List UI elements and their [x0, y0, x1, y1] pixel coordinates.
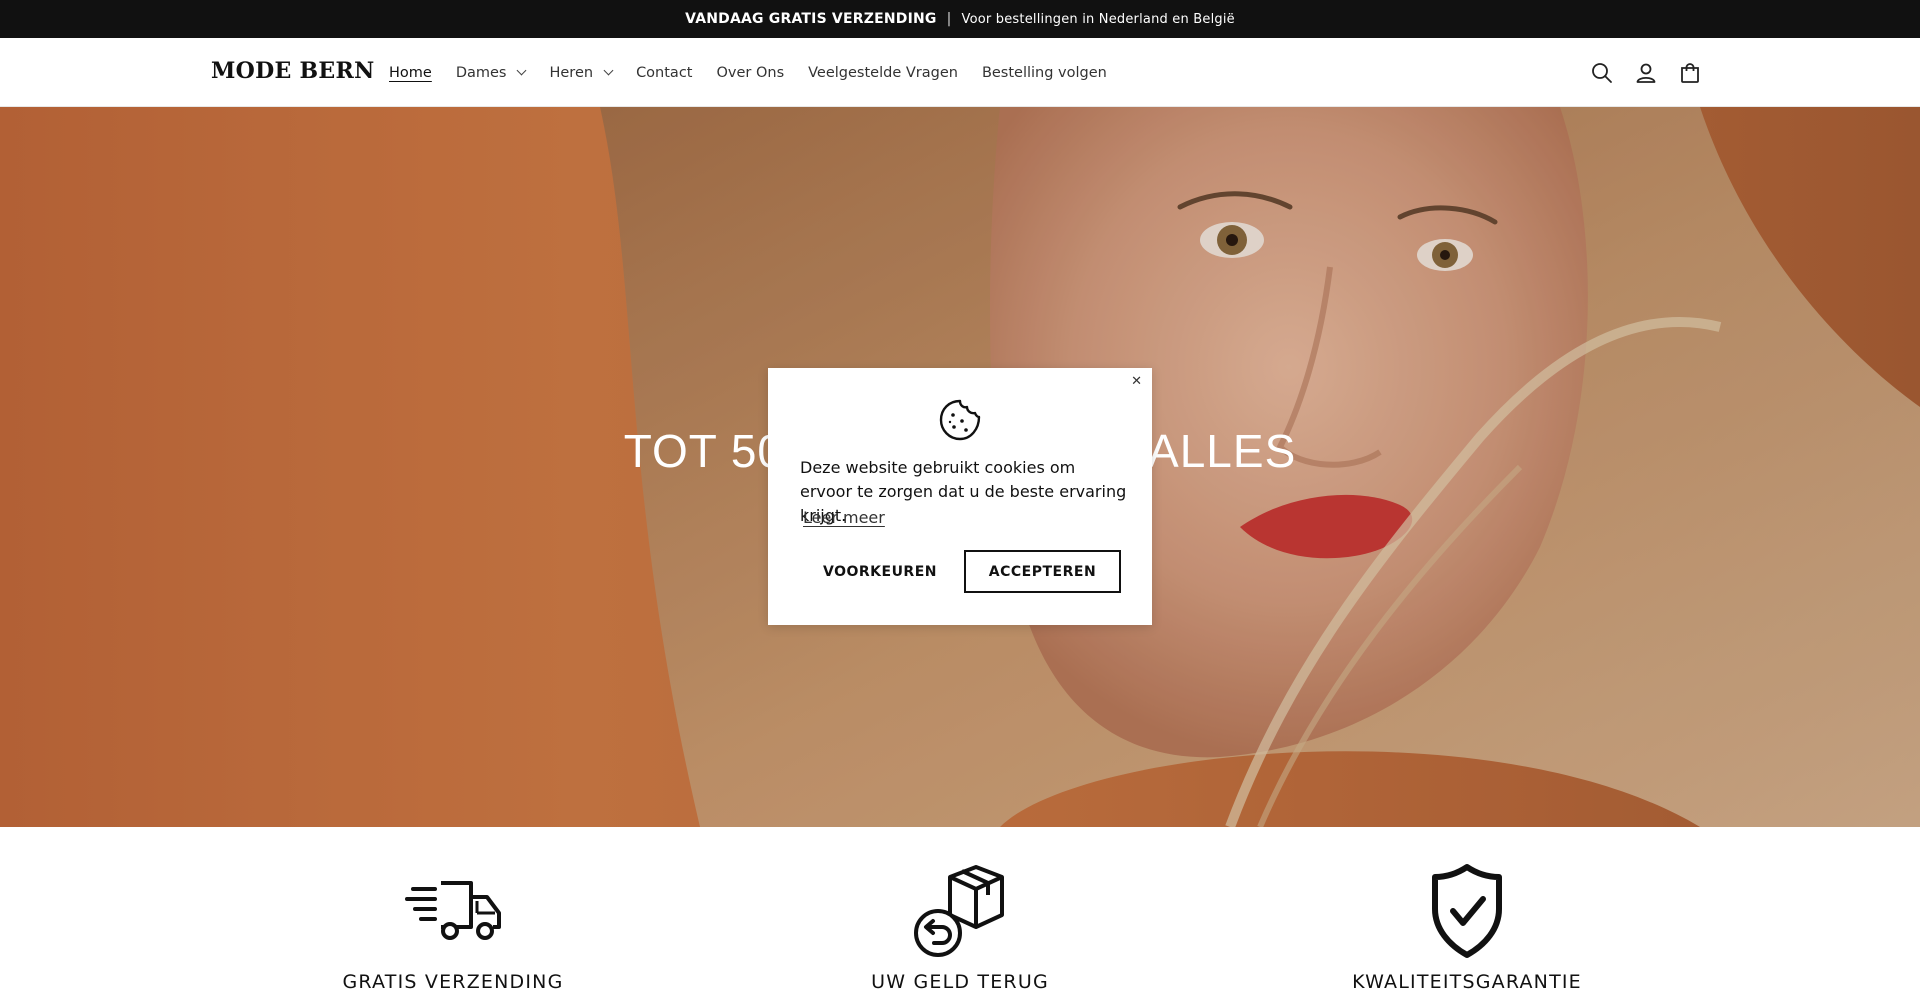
- feature-title: UW GELD TERUG: [871, 971, 1049, 993]
- nav-item-track-order[interactable]: Bestelling volgen: [982, 65, 1107, 81]
- chevron-down-icon: [603, 65, 614, 76]
- nav-item-label: Contact: [636, 64, 693, 81]
- nav-item-over-ons[interactable]: Over Ons: [716, 65, 784, 81]
- nav-item-faq[interactable]: Veelgestelde Vragen: [808, 65, 958, 81]
- cookie-consent-modal: ✕ Deze website gebruikt cookies om ervoo…: [768, 368, 1152, 625]
- shield-check-icon: [1432, 864, 1502, 958]
- nav-item-label: Veelgestelde Vragen: [808, 64, 958, 81]
- return-box-icon: [914, 865, 1004, 957]
- truck-icon: [405, 881, 501, 940]
- nav-item-heren[interactable]: Heren: [549, 64, 614, 81]
- nav-item-label: Home: [389, 64, 432, 81]
- nav-item-contact[interactable]: Contact: [636, 65, 692, 81]
- cart-button[interactable]: [1668, 58, 1712, 88]
- learn-more-link[interactable]: Leer meer: [803, 508, 885, 527]
- nav-item-label: Dames: [455, 64, 507, 81]
- nav-item-home[interactable]: Home: [389, 65, 432, 81]
- announcement-strong: VANDAAG GRATIS VERZENDING: [685, 11, 937, 27]
- account-button[interactable]: [1624, 58, 1668, 88]
- nav-item-label: Over Ons: [716, 64, 785, 81]
- nav-item-label: Bestelling volgen: [981, 64, 1107, 81]
- feature-title: GRATIS VERZENDING: [342, 971, 564, 993]
- nav-item-dames[interactable]: Dames: [455, 64, 527, 81]
- site-logo[interactable]: MODE BERN: [211, 58, 374, 84]
- account-icon: [1636, 63, 1656, 83]
- chevron-down-icon: [517, 65, 527, 76]
- header-icons: [1580, 58, 1712, 88]
- main-nav: Home Dames Heren Contact Over Ons Veelge…: [389, 38, 1131, 107]
- cart-icon: [1681, 63, 1699, 83]
- search-button[interactable]: [1580, 58, 1624, 88]
- announcement-text: Voor bestellingen in Nederland en België: [961, 11, 1235, 27]
- announcement-separator: |: [946, 11, 952, 27]
- cookie-icon: [939, 399, 981, 441]
- features-section: GRATIS VERZENDING UW GELD TERUG KWALITEI…: [0, 827, 1920, 993]
- feature-title: KWALITEITSGARANTIE: [1352, 971, 1582, 993]
- site-header: MODE BERN Home Dames Heren Contact Over …: [0, 38, 1920, 107]
- announcement-bar: VANDAAG GRATIS VERZENDING | Voor bestell…: [0, 0, 1920, 38]
- accept-button[interactable]: ACCEPTEREN: [964, 550, 1121, 593]
- nav-item-label: Heren: [549, 64, 594, 81]
- preferences-button[interactable]: VOORKEUREN: [800, 550, 960, 593]
- search-icon: [1592, 63, 1612, 83]
- close-icon[interactable]: ✕: [1131, 374, 1142, 389]
